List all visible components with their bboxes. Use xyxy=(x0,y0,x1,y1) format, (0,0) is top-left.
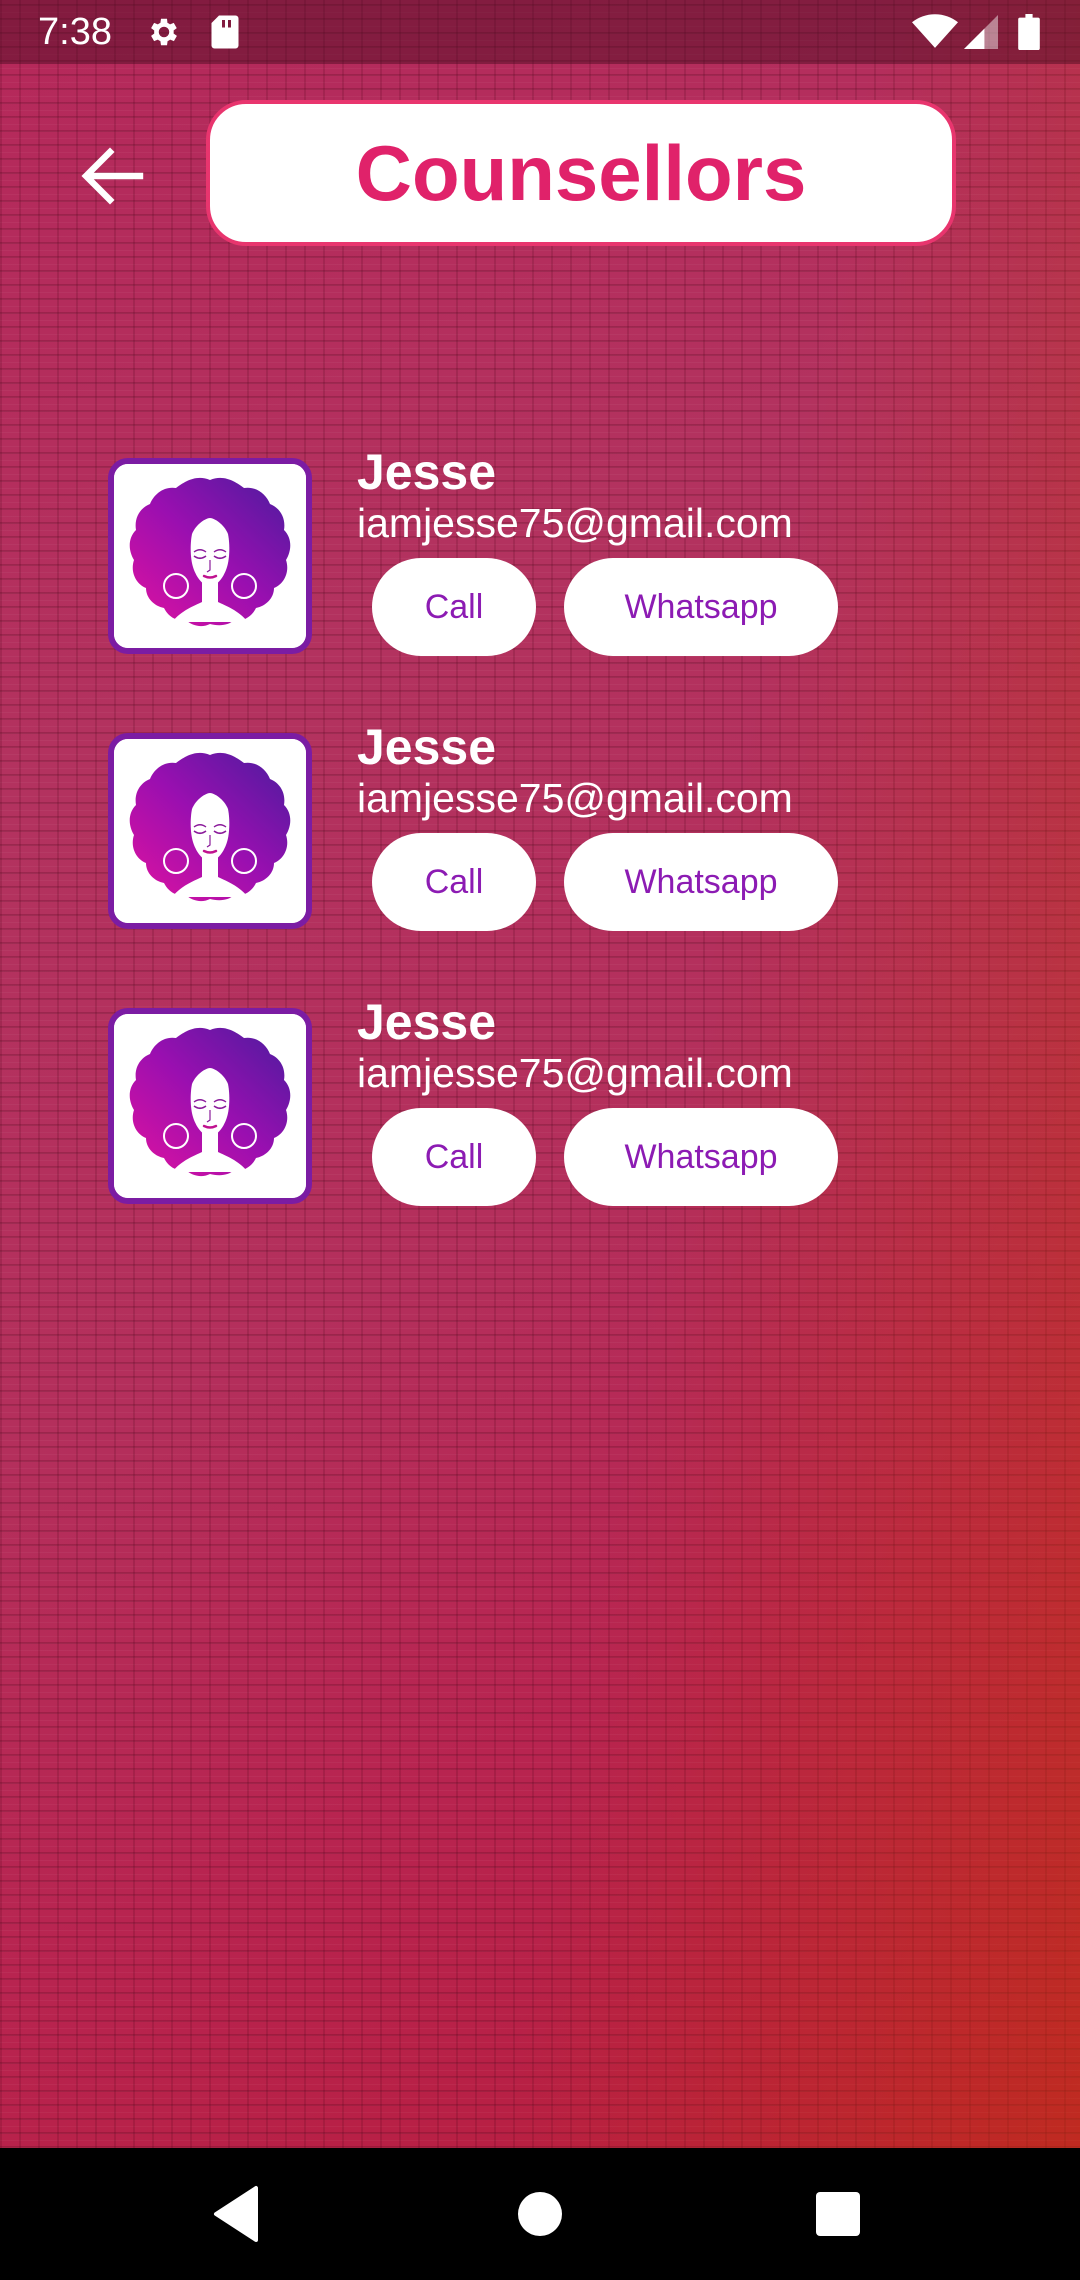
nav-recents-button[interactable] xyxy=(802,2178,874,2250)
counsellor-name: Jesse xyxy=(357,719,497,775)
back-triangle-icon xyxy=(214,2186,258,2242)
home-circle-icon xyxy=(518,2192,562,2236)
counsellor-email: iamjesse75@gmail.com xyxy=(357,1050,793,1096)
counsellor-email: iamjesse75@gmail.com xyxy=(357,500,793,546)
whatsapp-button[interactable]: Whatsapp xyxy=(564,833,838,931)
avatar xyxy=(108,1008,312,1204)
page-title-container: Counsellors xyxy=(206,100,956,246)
woman-afro-icon xyxy=(114,739,306,923)
app-screen: 7:38 Counsellors Jesse iamjesse75@gmail.… xyxy=(0,0,1080,2148)
recents-square-icon xyxy=(816,2192,860,2236)
call-button[interactable]: Call xyxy=(372,1108,536,1206)
call-button[interactable]: Call xyxy=(372,558,536,656)
counsellor-email: iamjesse75@gmail.com xyxy=(357,775,793,821)
whatsapp-button[interactable]: Whatsapp xyxy=(564,1108,838,1206)
gear-icon xyxy=(146,14,182,55)
sd-card-icon xyxy=(210,14,240,55)
counsellor-name: Jesse xyxy=(357,994,497,1050)
counsellor-name: Jesse xyxy=(357,444,497,500)
avatar xyxy=(108,733,312,929)
content-area: Counsellors Jesse iamjesse75@gmail.com C… xyxy=(0,0,1080,2148)
battery-icon xyxy=(1018,14,1040,55)
counsellor-card: Jesse iamjesse75@gmail.com Call Whatsapp xyxy=(0,719,1080,933)
signal-icon xyxy=(964,14,998,55)
back-button[interactable] xyxy=(72,136,152,216)
nav-back-button[interactable] xyxy=(204,2178,276,2250)
nav-home-button[interactable] xyxy=(504,2178,576,2250)
status-time: 7:38 xyxy=(38,11,112,53)
woman-afro-icon xyxy=(114,1014,306,1198)
woman-afro-icon xyxy=(114,464,306,648)
avatar xyxy=(108,458,312,654)
arrow-left-icon xyxy=(81,147,144,205)
counsellor-card: Jesse iamjesse75@gmail.com Call Whatsapp xyxy=(0,994,1080,1208)
whatsapp-button[interactable]: Whatsapp xyxy=(564,558,838,656)
wifi-icon xyxy=(912,14,958,55)
page-title: Counsellors xyxy=(355,128,807,217)
call-button[interactable]: Call xyxy=(372,833,536,931)
system-nav-bar xyxy=(0,2148,1080,2280)
counsellor-card: Jesse iamjesse75@gmail.com Call Whatsapp xyxy=(0,444,1080,658)
status-bar: 7:38 xyxy=(0,0,1080,64)
